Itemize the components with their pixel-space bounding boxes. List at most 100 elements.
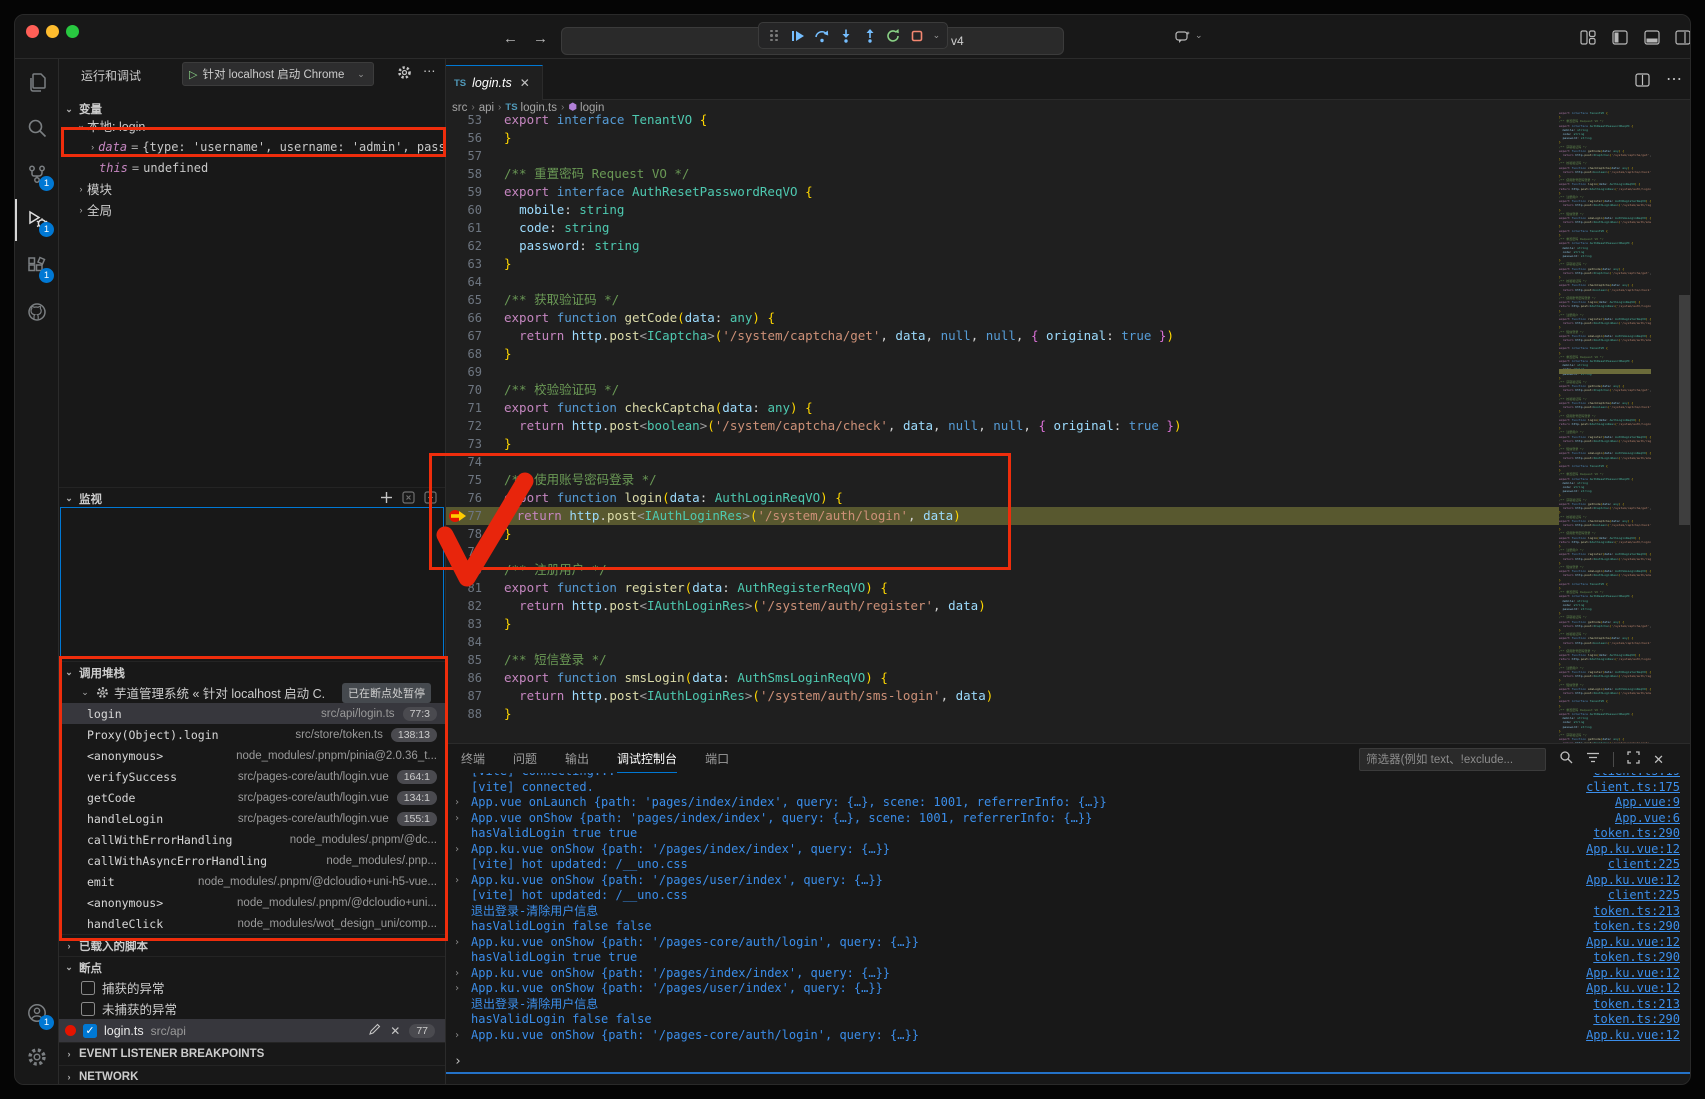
- uncaught-exceptions-option[interactable]: 未捕获的异常: [59, 998, 445, 1019]
- zoom-window-button[interactable]: [66, 25, 79, 38]
- code-line-77[interactable]: 77▷return http.post<IAuthLoginRes>('/sys…: [446, 507, 1559, 525]
- code-line-83[interactable]: 83}: [446, 615, 1559, 633]
- console-row[interactable]: [vite] hot updated: /__uno.cssclient:225: [446, 857, 1691, 873]
- stack-frame-row[interactable]: getCodesrc/pages-core/auth/login.vue134:…: [59, 787, 445, 808]
- source-link[interactable]: client:225: [1608, 888, 1680, 904]
- expand-icon[interactable]: ›: [454, 873, 460, 889]
- source-link[interactable]: token.ts:213: [1593, 904, 1680, 920]
- code-line-86[interactable]: 86export function smsLogin(data: AuthSms…: [446, 669, 1559, 687]
- console-row[interactable]: ›App.ku.vue onShow {path: '/pages/user/i…: [446, 981, 1691, 997]
- breakpoint-row[interactable]: ✓ login.ts src/api ✕ 77: [59, 1019, 445, 1042]
- watch-section-header[interactable]: ⌄监视: [59, 487, 445, 509]
- minimap[interactable]: export interface TenantVO {}/** 重置密码 Req…: [1559, 111, 1651, 743]
- expand-icon[interactable]: ›: [454, 966, 460, 982]
- activity-files-icon[interactable]: [15, 61, 59, 103]
- code-line-82[interactable]: 82 return http.post<IAuthLoginRes>('/sys…: [446, 597, 1559, 615]
- source-link[interactable]: App.vue:6: [1615, 811, 1680, 827]
- expand-icon[interactable]: ›: [454, 935, 460, 951]
- expand-icon[interactable]: ›: [454, 842, 460, 858]
- loaded-scripts-section-header[interactable]: ›已载入的脚本: [59, 934, 445, 956]
- editor-scrollbar[interactable]: [1679, 295, 1690, 525]
- restart-icon[interactable]: [883, 25, 904, 47]
- console-row[interactable]: ›App.vue onShow {path: 'pages/index/inde…: [446, 811, 1691, 827]
- watch-panel-body[interactable]: [60, 507, 444, 659]
- code-line-74[interactable]: 74: [446, 453, 1559, 471]
- remove-all-expressions-icon[interactable]: [402, 491, 415, 507]
- code-line-78[interactable]: 78}: [446, 525, 1559, 543]
- debug-session-row[interactable]: ⌄ 芋道管理系统 « 针对 localhost 启动 C... 已在断点处暂停: [59, 681, 445, 703]
- current-breakpoint-icon[interactable]: [448, 510, 468, 522]
- source-link[interactable]: client:225: [1608, 857, 1680, 873]
- breakpoint-checkbox[interactable]: ✓: [83, 1024, 97, 1038]
- panel-tab-终端[interactable]: 终端: [461, 744, 485, 773]
- code-line-79[interactable]: 79: [446, 543, 1559, 561]
- source-link[interactable]: token.ts:290: [1593, 919, 1680, 935]
- code-line-69[interactable]: 69: [446, 363, 1559, 381]
- console-row[interactable]: ›App.ku.vue onShow {path: '/pages-core/a…: [446, 935, 1691, 951]
- minimize-window-button[interactable]: [46, 25, 59, 38]
- sidebar-more-icon[interactable]: ⋯: [423, 63, 436, 78]
- console-filter-input[interactable]: [1359, 748, 1546, 771]
- breakpoints-section-header[interactable]: ⌄断点: [59, 956, 445, 978]
- code-line-81[interactable]: 81export function register(data: AuthReg…: [446, 579, 1559, 597]
- tab-login-ts[interactable]: TS login.ts ✕: [446, 65, 543, 100]
- event-listener-breakpoints-header[interactable]: ›EVENT LISTENER BREAKPOINTS: [59, 1042, 445, 1064]
- debug-settings-gear-icon[interactable]: [397, 65, 412, 83]
- activity-debug-icon[interactable]: 1: [15, 199, 59, 241]
- code-line-56[interactable]: 56}: [446, 129, 1559, 147]
- split-editor-icon[interactable]: [1635, 73, 1650, 92]
- close-tab-icon[interactable]: ✕: [520, 76, 530, 90]
- code-line-85[interactable]: 85/** 短信登录 */: [446, 651, 1559, 669]
- source-link[interactable]: App.ku.vue:12: [1586, 966, 1680, 982]
- console-row[interactable]: ›App.ku.vue onShow {path: '/pages/index/…: [446, 842, 1691, 858]
- close-panel-icon[interactable]: ✕: [1653, 752, 1664, 768]
- code-line-62[interactable]: 62 password: string: [446, 237, 1559, 255]
- source-link[interactable]: App.ku.vue:12: [1586, 981, 1680, 997]
- panel-tab-调试控制台[interactable]: 调试控制台: [617, 744, 677, 773]
- toolbar-more-icon[interactable]: ⌄: [931, 25, 942, 47]
- start-debug-icon[interactable]: ▷: [189, 68, 197, 81]
- step-into-icon[interactable]: [835, 25, 856, 47]
- console-row[interactable]: ›App.ku.vue onShow {path: '/pages-core/a…: [446, 1028, 1691, 1044]
- caught-exceptions-checkbox[interactable]: [81, 981, 95, 995]
- source-link[interactable]: token.ts:290: [1593, 1012, 1680, 1028]
- activity-extensions-icon[interactable]: 1: [15, 245, 59, 287]
- variables-scope-row[interactable]: ⌄本地: login: [59, 115, 445, 136]
- console-row[interactable]: hasValidLogin true truetoken.ts:290: [446, 950, 1691, 966]
- launch-config-dropdown[interactable]: ▷ 针对 localhost 启动 Chrome ⌄: [182, 62, 374, 86]
- toggle-panel-icon[interactable]: [1644, 30, 1660, 50]
- code-line-87[interactable]: 87 return http.post<IAuthLoginRes>('/sys…: [446, 687, 1559, 705]
- code-line-57[interactable]: 57: [446, 147, 1559, 165]
- network-section-header[interactable]: ›NETWORK: [59, 1065, 445, 1085]
- edit-breakpoint-icon[interactable]: [368, 1023, 381, 1039]
- code-line-66[interactable]: 66export function getCode(data: any) {: [446, 309, 1559, 327]
- code-line-59[interactable]: 59export interface AuthResetPasswordReqV…: [446, 183, 1559, 201]
- console-row[interactable]: ›App.vue onLaunch {path: 'pages/index/in…: [446, 795, 1691, 811]
- code-line-53[interactable]: 53export interface TenantVO {: [446, 111, 1559, 129]
- code-line-63[interactable]: 63}: [446, 255, 1559, 273]
- code-line-75[interactable]: 75/** 使用账号密码登录 */: [446, 471, 1559, 489]
- continue-icon[interactable]: [788, 25, 809, 47]
- activity-settings-icon[interactable]: [15, 1036, 59, 1078]
- debug-console-output[interactable]: [vite] connecting...client.ts:19[vite] c…: [446, 773, 1691, 1052]
- code-line-70[interactable]: 70/** 校验验证码 */: [446, 381, 1559, 399]
- stack-frame-row[interactable]: handleLoginsrc/pages-core/auth/login.vue…: [59, 808, 445, 829]
- code-line-60[interactable]: 60 mobile: string: [446, 201, 1559, 219]
- console-row[interactable]: hasValidLogin true truetoken.ts:290: [446, 826, 1691, 842]
- step-over-icon[interactable]: [812, 25, 833, 47]
- console-row[interactable]: hasValidLogin false falsetoken.ts:290: [446, 919, 1691, 935]
- forward-icon[interactable]: →: [533, 31, 548, 47]
- source-link[interactable]: App.ku.vue:12: [1586, 935, 1680, 951]
- code-line-76[interactable]: 76export function login(data: AuthLoginR…: [446, 489, 1559, 507]
- panel-tab-端口[interactable]: 端口: [705, 744, 729, 773]
- console-row[interactable]: [vite] connected.client.ts:175: [446, 780, 1691, 796]
- activity-account-icon[interactable]: 1: [15, 992, 59, 1034]
- expand-icon[interactable]: ›: [454, 811, 460, 827]
- filter-icon[interactable]: [1586, 751, 1600, 769]
- stack-frame-row[interactable]: callWithAsyncErrorHandlingnode_modules/.…: [59, 850, 445, 871]
- source-link[interactable]: client.ts:175: [1586, 780, 1680, 796]
- search-icon[interactable]: [1559, 750, 1573, 769]
- code-line-68[interactable]: 68}: [446, 345, 1559, 363]
- console-row[interactable]: 退出登录-清除用户信息token.ts:213: [446, 904, 1691, 920]
- panel-tab-问题[interactable]: 问题: [513, 744, 537, 773]
